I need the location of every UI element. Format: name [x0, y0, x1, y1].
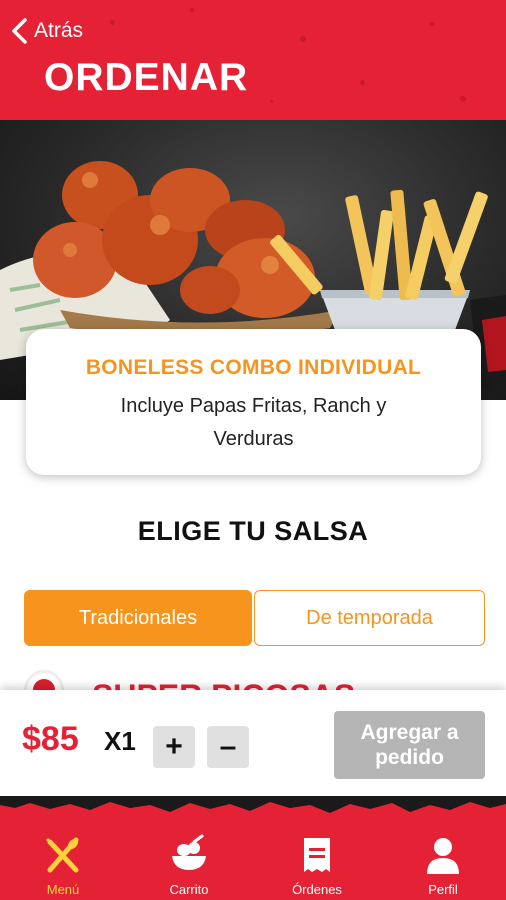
tab-de-temporada[interactable]: De temporada	[254, 590, 485, 646]
tab-label: Tradicionales	[78, 606, 198, 629]
section-title: ELIGE TU SALSA	[137, 516, 369, 546]
tab-label: De temporada	[306, 606, 433, 629]
nav-label: Órdenes	[292, 882, 342, 897]
page-title: ORDENAR	[44, 56, 249, 99]
back-button[interactable]: Atrás	[10, 14, 83, 48]
app-header: Atrás ORDENAR	[0, 0, 506, 120]
quantity: X1	[104, 726, 136, 756]
tab-tradicionales[interactable]: Tradicionales	[24, 590, 252, 646]
user-icon	[427, 838, 459, 874]
product-card: BONELESS COMBO INDIVIDUAL Incluye Papas …	[26, 329, 481, 475]
texture-speck	[190, 8, 194, 12]
cart-icon	[172, 834, 206, 870]
texture-speck	[110, 20, 115, 25]
price: $85	[22, 720, 79, 758]
add-to-order-button[interactable]: Agregar a pedido	[334, 711, 485, 779]
nav-item-ordenes[interactable]: Órdenes	[272, 834, 362, 897]
nav-item-menu[interactable]: Menú	[18, 834, 108, 897]
increase-quantity-button[interactable]: +	[153, 726, 195, 768]
product-name: BONELESS COMBO INDIVIDUAL	[85, 356, 422, 379]
nav-item-carrito[interactable]: Carrito	[144, 834, 234, 897]
decrease-quantity-button[interactable]: –	[207, 726, 249, 768]
receipt-icon	[304, 838, 330, 872]
nav-label: Menú	[46, 882, 80, 897]
bottom-nav: Menú Carrito Órdenes Perfil	[0, 796, 506, 900]
product-description: Incluye Papas Fritas, Ranch y Verduras	[120, 395, 387, 450]
back-label: Atrás	[34, 19, 84, 42]
nav-label: Perfil	[428, 882, 458, 897]
order-bar: $85 X1 + – Agregar a pedido	[0, 690, 506, 798]
texture-speck	[460, 96, 466, 102]
texture-speck	[270, 100, 273, 103]
texture-speck	[360, 80, 365, 85]
nav-item-perfil[interactable]: Perfil	[398, 834, 488, 897]
grunge-edge	[0, 796, 506, 813]
texture-speck	[300, 36, 306, 42]
utensils-icon	[45, 837, 79, 873]
chevron-left-icon	[12, 18, 27, 44]
nav-label: Carrito	[169, 882, 209, 897]
texture-speck	[430, 22, 434, 26]
